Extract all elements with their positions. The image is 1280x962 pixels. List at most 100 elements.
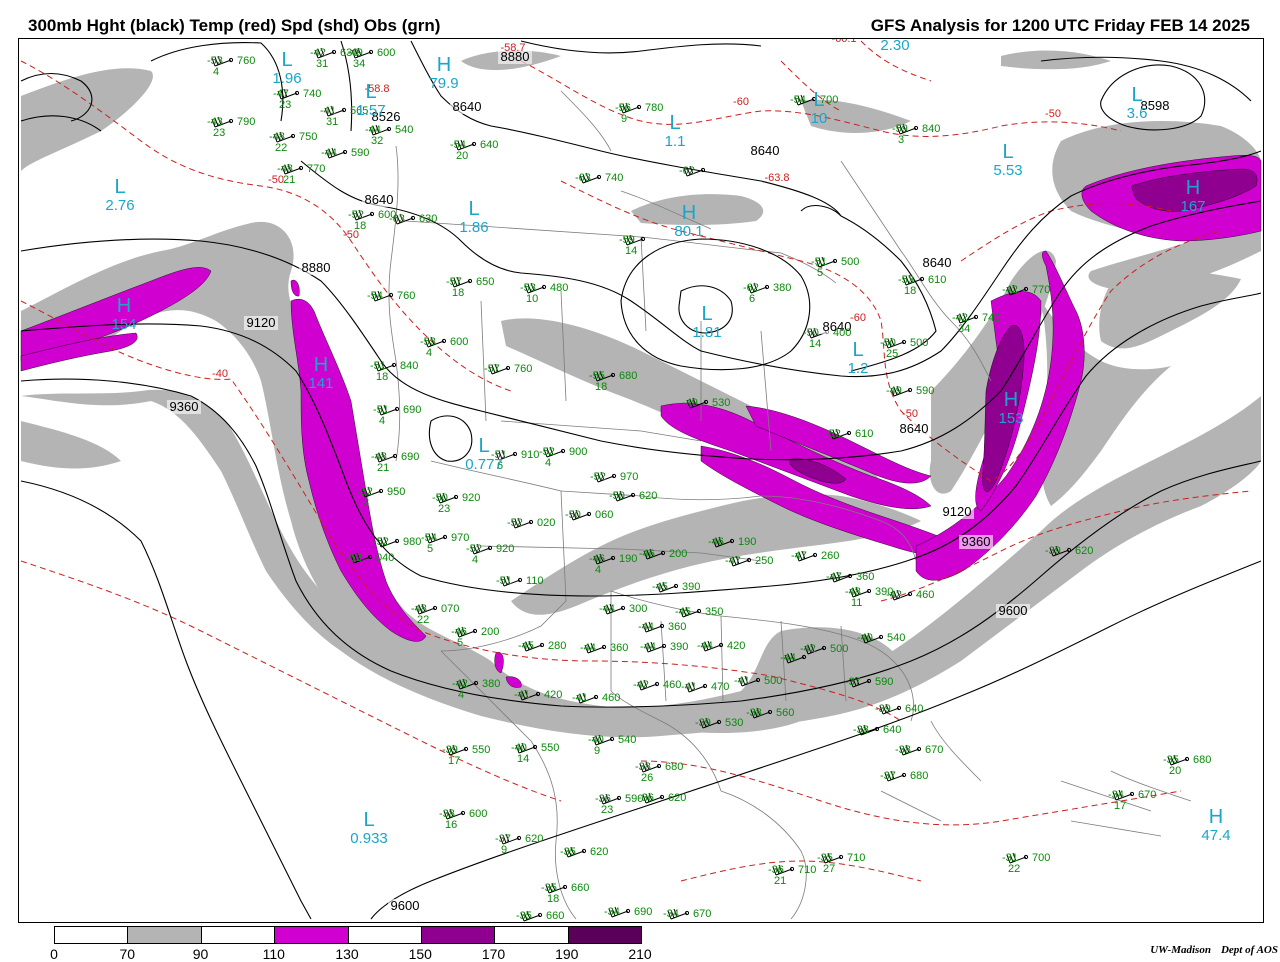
obs-temperature: -62 <box>679 165 695 177</box>
weather-map[interactable]: 8880 8526 8640 8640 8598 8640 8880 9120 9360 8640… <box>18 38 1264 923</box>
obs-temperature: -37 <box>845 676 861 688</box>
obs-height: 110 <box>526 575 544 587</box>
obs-dewpoint: 32 <box>371 135 383 147</box>
obs-height: 350 <box>705 606 723 618</box>
colorbar-swatch <box>274 927 348 943</box>
center-value: 1.81 <box>692 324 721 341</box>
center-value: 141 <box>308 375 333 392</box>
height-contour-label: 9360 <box>170 399 199 414</box>
obs-dewpoint: 9 <box>621 113 627 125</box>
obs-temperature: -38 <box>746 707 762 719</box>
obs-height: 680 <box>665 761 683 773</box>
obs-height: 190 <box>619 553 637 565</box>
colorbar-swatch <box>420 927 495 943</box>
obs-dewpoint: 23 <box>601 804 613 816</box>
obs-height: 040 <box>376 552 394 564</box>
temperature-contour-label: -40 <box>212 368 228 380</box>
obs-dewpoint: 21 <box>283 174 295 186</box>
obs-temperature: -49 <box>886 385 902 397</box>
obs-dewpoint: 14 <box>625 245 637 257</box>
obs-height: 630 <box>419 213 437 225</box>
obs-height: 760 <box>514 363 532 375</box>
obs-temperature: -40 <box>857 632 873 644</box>
obs-dewpoint: 22 <box>1008 863 1020 875</box>
credit: UW-Madison Dept of AOS <box>1150 944 1278 956</box>
center-value: 0.777 <box>465 456 503 473</box>
obs-height: 190 <box>738 536 756 548</box>
colorbar-swatch <box>200 927 275 943</box>
center-value: 2.30 <box>880 39 909 54</box>
obs-height: 770 <box>1032 284 1050 296</box>
low-center-symbol: L <box>669 112 680 134</box>
temperature-contour-label: -50 <box>1045 108 1061 120</box>
obs-height: 200 <box>669 548 687 560</box>
low-center-symbol: L <box>813 89 824 111</box>
obs-temperature: -52 <box>825 428 841 440</box>
obs-height: 670 <box>693 908 711 920</box>
obs-height: 600 <box>377 47 395 59</box>
obs-dewpoint: 18 <box>595 381 607 393</box>
obs-height: 670 <box>925 744 943 756</box>
height-contour-label: 8640 <box>923 255 952 270</box>
obs-height: 300 <box>629 603 647 615</box>
obs-height: 710 <box>847 852 865 864</box>
obs-height: 560 <box>776 707 794 719</box>
high-center-symbol: H <box>682 202 696 224</box>
obs-height: 690 <box>401 451 419 463</box>
obs-dewpoint: 5 <box>457 637 463 649</box>
obs-dewpoint: 4 <box>213 66 219 78</box>
obs-height: 020 <box>537 517 555 529</box>
obs-temperature: -54 <box>367 290 383 302</box>
obs-height: 640 <box>480 139 498 151</box>
obs-height: 640 <box>883 724 901 736</box>
obs-temperature: -51 <box>496 575 512 587</box>
obs-height: 740 <box>982 312 1000 324</box>
obs-dewpoint: 16 <box>445 819 457 831</box>
obs-height: 710 <box>798 864 816 876</box>
obs-temperature: -41 <box>572 692 588 704</box>
obs-height: 590 <box>351 147 369 159</box>
temperature-contour-label: -60 <box>850 312 866 324</box>
obs-dewpoint: 22 <box>417 614 429 626</box>
obs-temperature: -63 <box>389 213 405 225</box>
obs-height: 640 <box>905 703 923 715</box>
obs-height: 540 <box>887 632 905 644</box>
obs-height: 360 <box>856 571 874 583</box>
obs-temperature: -44 <box>321 147 337 159</box>
obs-dewpoint: 18 <box>354 220 366 232</box>
obs-dewpoint: 31 <box>326 116 338 128</box>
obs-height: 540 <box>618 734 636 746</box>
colorbar-swatch <box>127 927 201 943</box>
obs-temperature: -52 <box>590 471 606 483</box>
obs-height: 780 <box>645 102 663 114</box>
obs-height: 500 <box>910 337 928 349</box>
obs-temperature: -35 <box>516 910 532 922</box>
obs-dewpoint: 27 <box>823 863 835 875</box>
obs-height: 610 <box>928 274 946 286</box>
center-value: 2.76 <box>105 197 134 214</box>
temperature-contour-label: -58.7 <box>500 42 525 54</box>
obs-dewpoint: 9 <box>594 745 600 757</box>
obs-height: 590 <box>916 385 934 397</box>
obs-height: 400 <box>833 327 851 339</box>
temperature-contour-label: -60 <box>733 96 749 108</box>
obs-height: 620 <box>1075 545 1093 557</box>
map-title: 300mb Hght (black) Temp (red) Spd (shd) … <box>28 16 441 35</box>
obs-temperature: -47 <box>826 571 842 583</box>
low-center-symbol: L <box>478 435 489 457</box>
center-value: 10 <box>811 110 828 127</box>
obs-height: 380 <box>773 282 791 294</box>
center-value: 5.53 <box>993 162 1022 179</box>
center-value: 1.1 <box>665 133 686 150</box>
obs-temperature: -37 <box>880 770 896 782</box>
obs-dewpoint: 23 <box>438 503 450 515</box>
obs-dewpoint: 4 <box>379 415 385 427</box>
obs-temperature: -54 <box>790 94 806 106</box>
obs-height: 950 <box>387 486 405 498</box>
center-value: 1.86 <box>459 219 488 236</box>
obs-height: 920 <box>462 492 480 504</box>
obs-height: 600 <box>450 336 468 348</box>
obs-temperature: -45 <box>675 606 691 618</box>
obs-temperature: -38 <box>895 744 911 756</box>
low-center-symbol: L <box>468 198 479 220</box>
